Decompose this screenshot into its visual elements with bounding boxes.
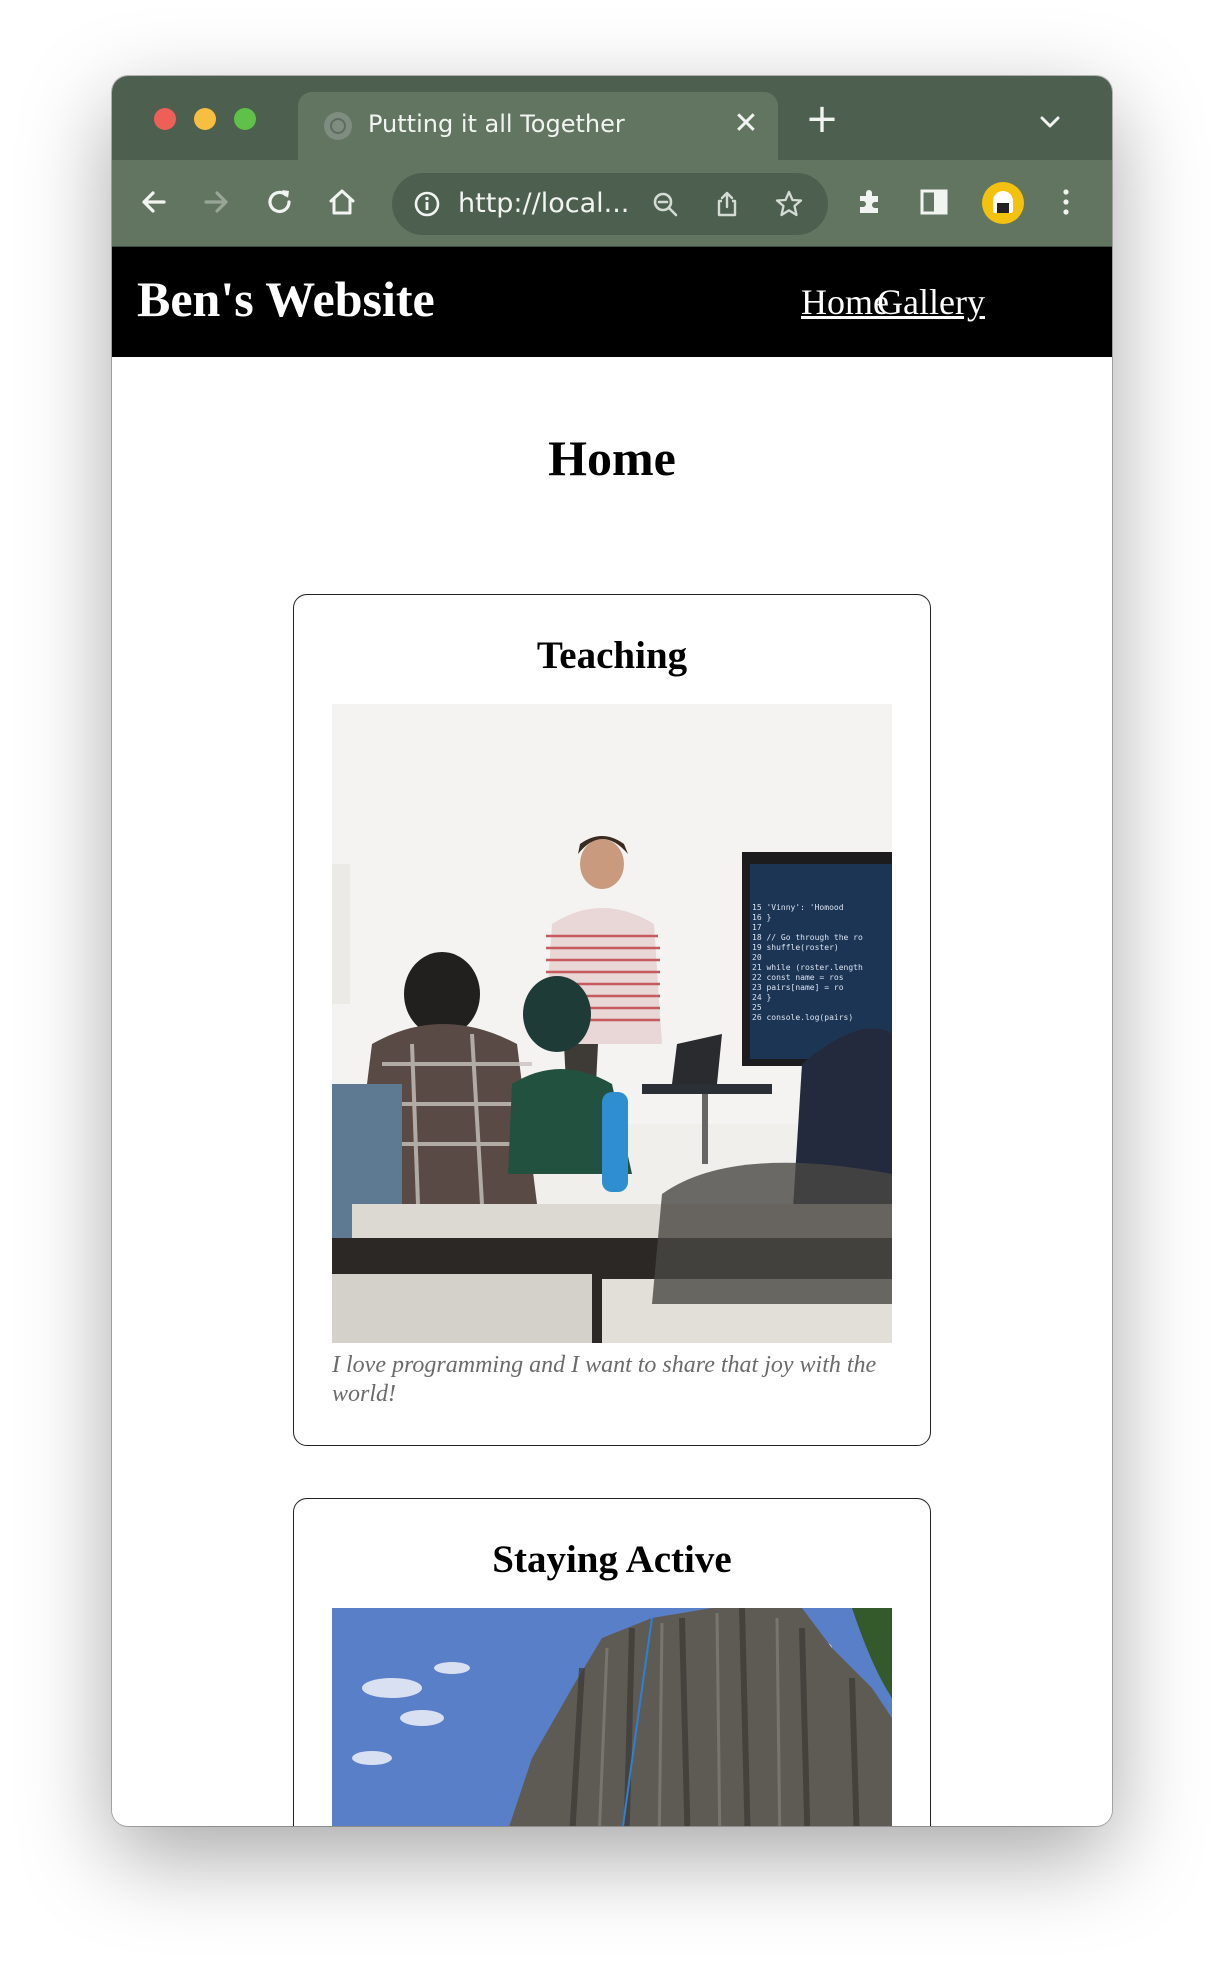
svg-text:15 'Vinny': 'Homood: 15 'Vinny': 'Homood <box>752 903 844 912</box>
kebab-menu-icon[interactable] <box>1048 184 1084 220</box>
site-header: Ben's Website Home Gallery <box>112 247 1112 357</box>
active-tab[interactable]: Putting it all Together ✕ <box>298 92 778 160</box>
maximize-window-button[interactable] <box>234 108 256 130</box>
card-title: Teaching <box>536 634 688 677</box>
info-icon[interactable] <box>412 189 442 219</box>
tab-title: Putting it all Together <box>368 110 625 138</box>
page-heading: Home <box>548 430 676 486</box>
svg-text:24 }: 24 } <box>752 993 771 1002</box>
web-page: Ben's Website Home Gallery Home Teaching… <box>112 247 1112 1826</box>
puzzle-icon[interactable] <box>852 184 888 220</box>
svg-text:21 while (roster.length: 21 while (roster.length <box>752 963 863 972</box>
url-text: http://local... <box>458 188 630 219</box>
nav-link-home[interactable]: Home <box>801 281 889 324</box>
zoom-out-icon[interactable] <box>650 189 680 219</box>
svg-text:17: 17 <box>752 923 762 932</box>
reload-icon[interactable] <box>262 184 298 220</box>
browser-toolbar: http://local... <box>112 160 1112 247</box>
chevron-down-icon[interactable] <box>1036 108 1064 136</box>
svg-text:25: 25 <box>752 1003 762 1012</box>
arrow-right-icon[interactable] <box>198 184 234 220</box>
svg-text:19 shuffle(roster): 19 shuffle(roster) <box>752 943 839 952</box>
tab-strip: Putting it all Together ✕ + <box>112 76 1112 160</box>
close-window-button[interactable] <box>154 108 176 130</box>
climbing-photo <box>332 1608 892 1826</box>
side-panel-icon[interactable] <box>916 184 952 220</box>
svg-text:16 }: 16 } <box>752 913 771 922</box>
classroom-image: 15 'Vinny': 'Homood 16 } 17 18 // Go thr… <box>332 704 892 1343</box>
svg-text:26 console.log(pairs): 26 console.log(pairs) <box>752 1013 853 1022</box>
globe-icon <box>324 112 352 140</box>
nav-link-gallery[interactable]: Gallery <box>877 281 985 324</box>
content-card: Staying Active <box>293 1498 931 1826</box>
site-title: Ben's Website <box>137 271 435 327</box>
content-card: Teaching 15 'Vinny': 'Homood 16 } 17 18 … <box>293 594 931 1446</box>
profile-avatar[interactable] <box>982 182 1024 224</box>
minimize-window-button[interactable] <box>194 108 216 130</box>
close-tab-button[interactable]: ✕ <box>728 106 764 142</box>
card-caption: I love programming and I want to share t… <box>332 1352 877 1408</box>
address-bar[interactable]: http://local... <box>392 173 828 235</box>
svg-text:22 const name = ros: 22 const name = ros <box>752 973 844 982</box>
star-icon[interactable] <box>774 189 804 219</box>
teaching-photo: 15 'Vinny': 'Homood 16 } 17 18 // Go thr… <box>332 704 892 1343</box>
svg-text:20: 20 <box>752 953 762 962</box>
browser-window: Putting it all Together ✕ + http://local… <box>112 76 1112 1826</box>
rock-climbing-image <box>332 1608 892 1826</box>
arrow-left-icon[interactable] <box>136 184 172 220</box>
home-icon[interactable] <box>324 184 360 220</box>
svg-text:23 pairs[name] = ro: 23 pairs[name] = ro <box>752 983 844 992</box>
card-title: Staying Active <box>492 1538 732 1581</box>
new-tab-button[interactable]: + <box>802 99 842 140</box>
svg-text:18 // Go through the ro: 18 // Go through the ro <box>752 933 863 942</box>
share-icon[interactable] <box>712 189 742 219</box>
